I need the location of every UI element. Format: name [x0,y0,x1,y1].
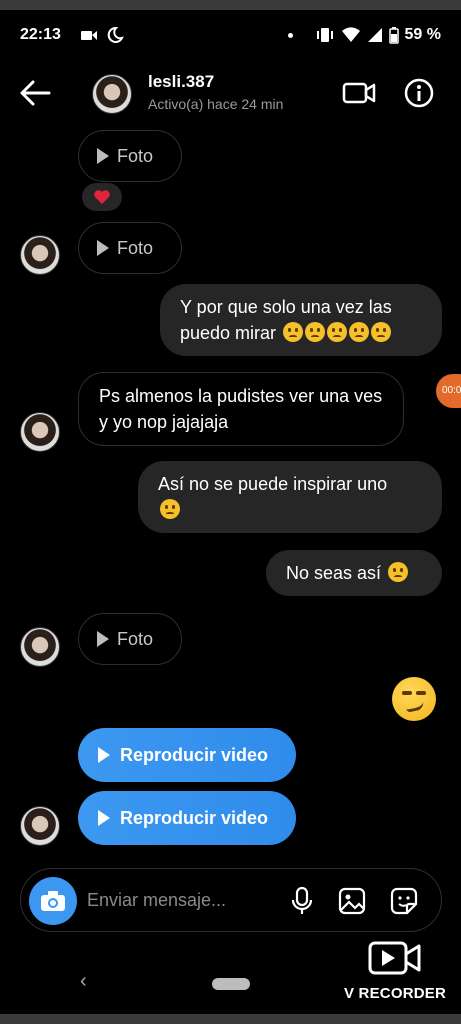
play-icon [97,631,109,647]
sent-message[interactable]: Y por que solo una vez las puedo mirar [160,284,442,356]
photo-message[interactable]: Foto [78,130,182,182]
sent-message[interactable]: No seas así [266,550,442,596]
sticker-icon[interactable] [389,886,419,916]
confused-emoji-icon [349,322,370,342]
battery-icon [388,27,399,44]
recorder-logo-icon [368,941,421,975]
sender-avatar[interactable] [20,627,60,667]
play-icon [98,747,110,763]
header-avatar[interactable] [92,74,132,114]
play-icon [97,148,109,164]
sent-message[interactable]: Así no se puede inspirar uno [138,461,442,533]
wifi-icon [341,27,360,42]
heart-icon [94,190,110,204]
confused-emoji-icon [371,322,392,342]
microphone-icon[interactable] [287,886,317,916]
status-time: 22:13 [20,26,61,43]
alarm-moon-icon [107,26,124,43]
sender-avatar[interactable] [20,412,60,452]
sender-avatar[interactable] [20,235,60,275]
pensive-emoji-icon [160,499,180,519]
signal-icon [367,28,382,42]
photo-message[interactable]: Foto [78,222,182,274]
back-arrow-icon[interactable] [18,78,52,108]
vibrate-icon [316,28,333,42]
nav-home-pill[interactable] [212,978,250,990]
received-message[interactable]: Ps almenos la pudistes ver una ves y yo … [78,372,404,446]
message-input[interactable]: Enviar mensaje... [87,890,226,911]
battery-level: 59 % [404,26,441,43]
smirk-emoji-icon[interactable] [392,677,436,721]
camera-button[interactable] [29,877,77,925]
dot-icon [287,32,293,38]
play-video-button[interactable]: Reproducir video [78,791,296,845]
video-record-icon [81,31,97,40]
play-icon [98,810,110,826]
screen-bottom-edge [0,1014,461,1024]
camera-icon [41,891,65,911]
play-video-button[interactable]: Reproducir video [78,728,296,782]
status-bar: 22:13 59 % [0,18,461,52]
heart-reaction[interactable] [82,183,122,211]
recorder-watermark: V RECORDER [340,940,450,1002]
sender-avatar[interactable] [20,806,60,846]
video-call-icon[interactable] [342,78,376,108]
gallery-icon[interactable] [337,886,367,916]
typing-indicator: 00:0 [436,374,461,408]
worried-emoji-icon [305,322,326,342]
activity-status: Activo(a) hace 24 min [148,96,284,112]
photo-message[interactable]: Foto [78,613,182,665]
message-composer: Enviar mensaje... [20,868,442,932]
nav-back-icon[interactable]: ‹ [80,970,87,993]
chat-header: lesli.387 Activo(a) hace 24 min [0,66,461,122]
info-icon[interactable] [404,78,434,108]
flushed-emoji-icon [283,322,304,342]
play-icon [97,240,109,256]
recorder-label: V RECORDER [343,985,446,1002]
worried-emoji-icon [327,322,348,342]
screen-top-edge [0,0,461,10]
username[interactable]: lesli.387 [148,72,214,92]
pensive-emoji-icon [388,562,409,582]
